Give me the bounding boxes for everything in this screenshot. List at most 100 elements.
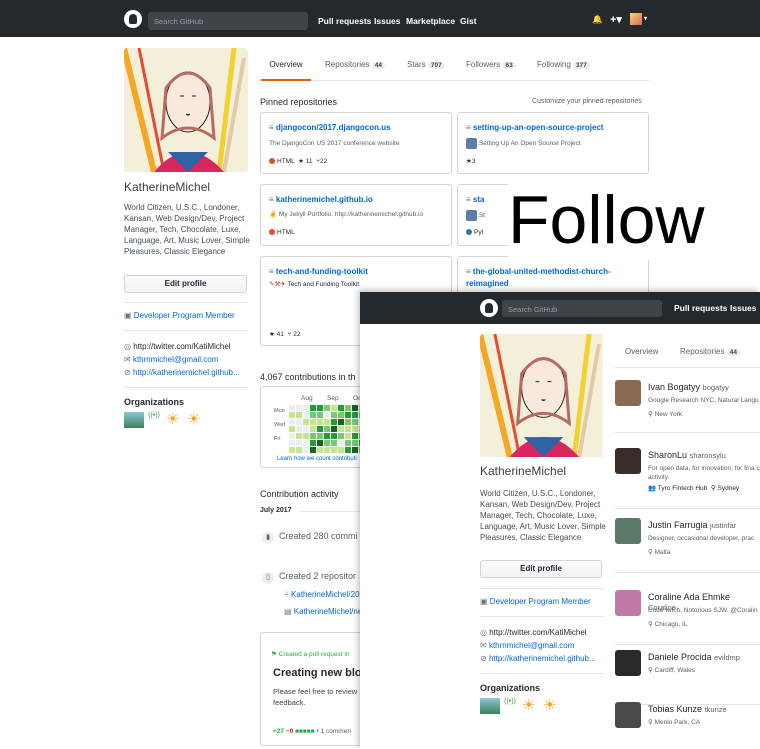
contribution-cell[interactable] <box>289 405 295 411</box>
sun-icon[interactable]: ☀ <box>543 696 556 714</box>
contribution-cell[interactable] <box>317 440 323 446</box>
contribution-cell[interactable] <box>317 447 323 453</box>
sun-icon[interactable]: ☀ <box>166 410 179 428</box>
contribution-cell[interactable] <box>317 419 323 425</box>
contribution-cell[interactable] <box>324 405 330 411</box>
org-avatar[interactable]: ((•)) <box>502 698 518 714</box>
follower-row[interactable]: Coraline Ada Ehmke Coraline Code witch. N… <box>615 582 760 645</box>
contribution-cell[interactable] <box>331 419 337 425</box>
follower-avatar[interactable] <box>615 590 641 616</box>
follower-name[interactable]: Justin Farrugia justinfar <box>648 520 736 530</box>
contribution-cell[interactable] <box>303 405 309 411</box>
tab-stars[interactable]: Stars 707 <box>407 60 445 69</box>
contribution-cell[interactable] <box>303 419 309 425</box>
contribution-cell[interactable] <box>352 447 358 453</box>
contribution-cell[interactable] <box>338 433 344 439</box>
contribution-cell[interactable] <box>352 440 358 446</box>
search-input[interactable]: Search GitHub <box>148 12 308 30</box>
contribution-cell[interactable] <box>289 419 295 425</box>
follower-row[interactable]: Ivan Bogatyy bogatyy Google Research NYC,… <box>615 372 760 433</box>
repo-name[interactable]: ≡ setting-up-an-open-source-project <box>466 123 604 132</box>
contribution-cell[interactable] <box>324 412 330 418</box>
tab-repositories[interactable]: Repositories 44 <box>680 347 740 356</box>
contribution-cell[interactable] <box>317 433 323 439</box>
contribution-cell[interactable] <box>289 412 295 418</box>
edit-profile-button[interactable]: Edit profile <box>480 560 602 578</box>
bell-icon[interactable]: 🔔 <box>592 14 603 25</box>
pinned-repo-card[interactable]: ≡ setting-up-an-open-source-project Sett… <box>457 112 649 174</box>
created-commits[interactable]: ▮ Created 280 commi <box>262 531 358 544</box>
contribution-cell[interactable] <box>338 447 344 453</box>
github-logo-icon[interactable] <box>124 10 142 28</box>
plus-icon[interactable]: +▾ <box>610 13 622 26</box>
created-repo-link[interactable]: ▤ KatherineMichel/ne <box>284 607 362 616</box>
contribution-cell[interactable] <box>324 426 330 432</box>
org-avatar[interactable] <box>480 698 500 714</box>
follower-avatar[interactable] <box>615 702 641 728</box>
tab-followers[interactable]: Followers 63 <box>466 60 516 69</box>
follower-name[interactable]: Tobias Kunze tkunze <box>648 704 727 714</box>
contribution-cell[interactable] <box>324 419 330 425</box>
contribution-cell[interactable] <box>310 426 316 432</box>
contribution-cell[interactable] <box>317 426 323 432</box>
nav-pull-requests[interactable]: Pull requests <box>318 16 371 26</box>
github-logo-icon[interactable] <box>480 299 498 317</box>
contribution-cell[interactable] <box>331 426 337 432</box>
contribution-cell[interactable] <box>289 426 295 432</box>
contribution-cell[interactable] <box>345 440 351 446</box>
contribution-cell[interactable] <box>296 412 302 418</box>
pull-request-card[interactable]: ⚑ Created a pull request in Creating new… <box>260 632 370 746</box>
contribution-cell[interactable] <box>310 440 316 446</box>
contribution-cell[interactable] <box>352 412 358 418</box>
org-avatar[interactable]: ((•)) <box>146 412 162 428</box>
tab-repositories[interactable]: Repositories 44 <box>325 60 385 69</box>
contribution-cell[interactable] <box>331 433 337 439</box>
search-input[interactable]: Search GitHub <box>502 300 662 317</box>
contribution-cell[interactable] <box>352 426 358 432</box>
profile-website[interactable]: ⊘ http://katherinemichel.github... <box>480 654 596 663</box>
contribution-cell[interactable] <box>345 405 351 411</box>
contribution-cell[interactable] <box>296 405 302 411</box>
contribution-cell[interactable] <box>310 447 316 453</box>
nav-issues[interactable]: Issues <box>374 16 400 26</box>
developer-program-badge[interactable]: ▣ Developer Program Member <box>124 311 235 320</box>
repo-name[interactable]: ≡ the-global-united-methodist-church-rei… <box>466 266 636 290</box>
contribution-cell[interactable] <box>289 433 295 439</box>
contribution-cell[interactable] <box>289 447 295 453</box>
avatar[interactable] <box>630 13 642 25</box>
contribution-cell[interactable] <box>324 447 330 453</box>
created-repo-link[interactable]: ⑂ KatherineMichel/20 <box>284 590 360 599</box>
contribution-cell[interactable] <box>310 412 316 418</box>
tab-following[interactable]: Following 377 <box>537 60 590 69</box>
profile-email[interactable]: ✉ kthrnmichel@gmail.com <box>124 355 218 364</box>
contribution-cell[interactable] <box>310 419 316 425</box>
edit-profile-button[interactable]: Edit profile <box>124 275 247 293</box>
pinned-repo-card[interactable]: ≡ katherinemichel.github.io ✌ My Jekyll … <box>260 184 452 246</box>
contribution-cell[interactable] <box>338 426 344 432</box>
follower-row[interactable]: SharonLu sharonsylu For open data, for in… <box>615 440 760 509</box>
contribution-cell[interactable] <box>331 447 337 453</box>
contribution-cell[interactable] <box>338 440 344 446</box>
nav-marketplace[interactable]: Marketplace <box>406 16 455 26</box>
profile-email[interactable]: ✉ kthrnmichel@gmail.com <box>480 641 574 650</box>
repo-name[interactable]: ≡ sta <box>466 195 484 204</box>
contribution-cell[interactable] <box>352 419 358 425</box>
contribution-cell[interactable] <box>338 419 344 425</box>
contribution-cell[interactable] <box>310 405 316 411</box>
contribution-cell[interactable] <box>345 426 351 432</box>
follower-name[interactable]: Ivan Bogatyy bogatyy <box>648 382 729 392</box>
contribution-cell[interactable] <box>324 433 330 439</box>
contribution-cell[interactable] <box>296 440 302 446</box>
contribution-cell[interactable] <box>317 412 323 418</box>
contribution-cell[interactable] <box>317 405 323 411</box>
contribution-cell[interactable] <box>345 412 351 418</box>
contribution-cell[interactable] <box>338 405 344 411</box>
contribution-cell[interactable] <box>289 440 295 446</box>
created-repos[interactable]: ▯ Created 2 repositor <box>262 571 356 584</box>
follower-row[interactable]: Tobias Kunze tkunze ⚲ Menlo Park, CA <box>615 694 760 749</box>
contribution-cell[interactable] <box>303 433 309 439</box>
contribution-cell[interactable] <box>352 405 358 411</box>
chevron-down-icon[interactable]: ▾ <box>644 15 647 22</box>
contribution-cell[interactable] <box>296 419 302 425</box>
org-avatar[interactable] <box>124 412 144 428</box>
